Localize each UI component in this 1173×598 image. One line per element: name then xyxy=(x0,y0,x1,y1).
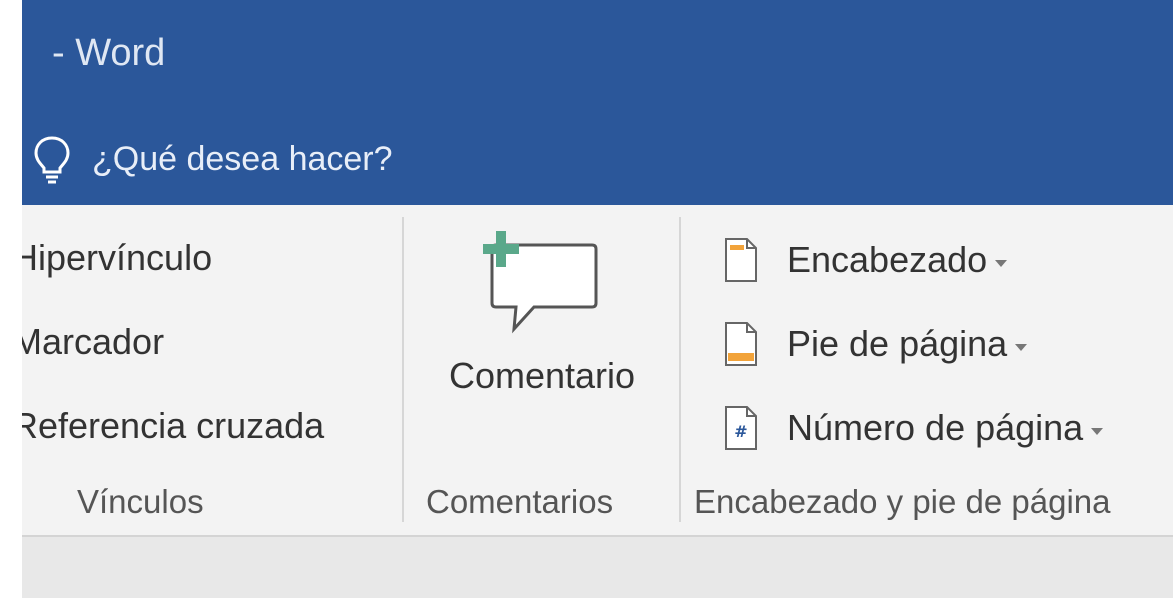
footer-icon xyxy=(723,321,759,367)
chevron-down-icon xyxy=(1091,427,1104,435)
tell-me-placeholder: ¿Qué desea hacer? xyxy=(92,139,393,178)
bookmark-label: Marcador xyxy=(22,321,165,362)
hyperlink-label: Hipervínculo xyxy=(22,237,213,278)
hyperlink-button[interactable]: Hipervínculo xyxy=(22,237,212,279)
page-number-icon: # xyxy=(723,405,759,451)
links-group: Hipervínculo Marcador Referencia cruzada xyxy=(22,225,397,465)
left-edge xyxy=(0,0,22,598)
new-comment-button[interactable]: Comentario xyxy=(407,215,677,465)
ribbon-insert-tab: Hipervínculo Marcador Referencia cruzada… xyxy=(22,205,1173,537)
lightbulb-icon xyxy=(30,134,74,184)
cross-reference-label: Referencia cruzada xyxy=(22,405,325,446)
chevron-down-icon xyxy=(1015,343,1028,351)
tell-me-search[interactable]: ¿Qué desea hacer? xyxy=(30,130,393,188)
page-number-button[interactable]: # Número de página xyxy=(723,405,1104,451)
new-comment-label: Comentario xyxy=(448,355,636,396)
footer-button[interactable]: Pie de página xyxy=(723,321,1028,367)
links-group-label: Vínculos xyxy=(77,483,204,520)
header-button[interactable]: Encabezado xyxy=(723,237,1008,283)
page-number-label: Número de página xyxy=(787,407,1084,448)
header-footer-group: Encabezado Pie de página # Número de pág… xyxy=(700,225,1173,465)
cross-reference-button[interactable]: Referencia cruzada xyxy=(22,405,324,447)
header-label: Encabezado xyxy=(787,239,988,280)
new-comment-icon xyxy=(482,225,602,335)
group-separator xyxy=(402,217,404,522)
document-area-edge xyxy=(22,537,1173,598)
bookmark-button[interactable]: Marcador xyxy=(22,321,164,363)
footer-label: Pie de página xyxy=(787,323,1008,364)
window-title: - Word xyxy=(52,32,166,74)
header-icon xyxy=(723,237,759,283)
title-bar: - Word ¿Qué desea hacer? xyxy=(22,0,1173,205)
word-window: - Word ¿Qué desea hacer? Hipervínculo Ma… xyxy=(0,0,1173,598)
chevron-down-icon xyxy=(995,259,1008,267)
svg-text:#: # xyxy=(734,422,747,441)
header-footer-label-clip: Encabezado y pie de página xyxy=(694,475,1173,525)
header-footer-group-label: Encabezado y pie de página xyxy=(694,483,1111,520)
comments-group-label: Comentarios xyxy=(426,483,614,520)
group-separator xyxy=(679,217,681,522)
